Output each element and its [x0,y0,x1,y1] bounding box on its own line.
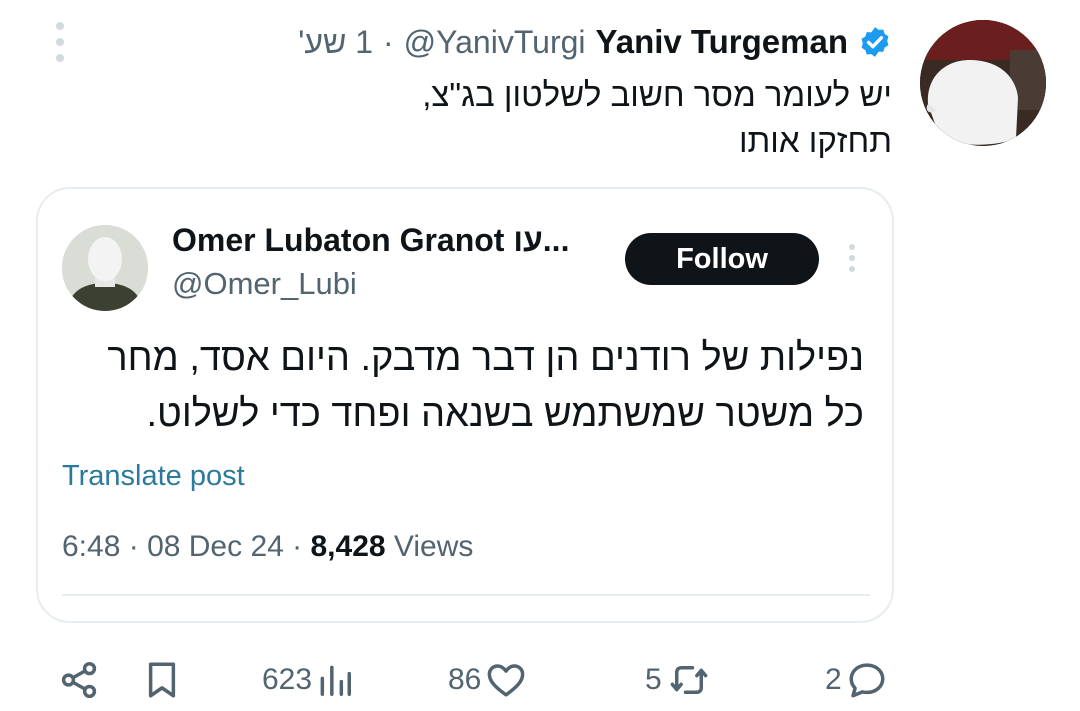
like-button[interactable]: 86 [448,655,527,705]
quoted-author-avatar[interactable] [62,225,148,311]
translate-post-link[interactable]: Translate post [62,460,245,493]
quoted-text-line: כל משטר שמשתמש בשנאה ופחד כדי לשלוט. [146,393,865,435]
follow-button[interactable]: Follow [625,233,819,285]
quoted-more-options-icon[interactable] [846,244,858,272]
share-button[interactable] [58,655,100,705]
like-count: 86 [448,663,482,696]
retweet-icon [670,666,708,694]
tweet-body-line: תחזקו אותו [738,122,892,159]
quoted-time[interactable]: 6:48 [62,530,120,563]
analytics-icon [320,665,352,696]
quoted-author-name[interactable]: Omer Lubaton Granot עו... [172,222,569,259]
author-name[interactable]: Yaniv Turgeman [596,23,848,61]
views-button[interactable]: 623 [262,655,354,705]
verified-badge-icon [861,27,889,57]
reply-button[interactable]: 2 [825,655,888,705]
bookmark-button[interactable] [141,655,183,705]
views-count: 8,428 [310,530,386,563]
tweet-body: יש לעומר מסר חשוב לשלטון בג"צ, תחזקו אות… [192,72,892,164]
quoted-tweet-text: נפילות של רודנים הן דבר מדבק. היום אסד, … [64,330,864,442]
more-options-icon[interactable] [53,22,67,62]
separator-dot: · [383,23,394,60]
heart-icon [488,664,525,697]
bookmark-icon [148,662,176,698]
tweet-time[interactable]: 1 שע' [298,24,373,61]
card-divider [62,594,870,596]
meta-separator: · [283,530,311,563]
reply-count: 2 [825,663,842,696]
quoted-text-line: נפילות של רודנים הן דבר מדבק. היום אסד, … [107,337,864,379]
retweet-count: 5 [645,663,662,696]
quoted-tweet-meta: 6:48 · 08 Dec 24 · 8,428 Views [62,530,473,564]
share-icon [61,661,97,699]
views-action-count: 623 [262,663,313,696]
quoted-author-handle[interactable]: @Omer_Lubi [172,266,357,302]
tweet-header: 1 שע' · @YanivTurgi Yaniv Turgeman [298,18,892,66]
meta-separator: · [120,530,148,563]
reply-icon [849,663,885,698]
avatar-image [920,20,1046,146]
quoted-avatar-image [62,225,148,311]
author-handle[interactable]: @YanivTurgi [404,24,586,61]
retweet-button[interactable]: 5 [645,655,712,705]
quoted-date[interactable]: 08 Dec 24 [147,530,284,563]
views-label: Views [393,530,474,563]
tweet-body-line: יש לעומר מסר חשוב לשלטון בג"צ, [422,76,892,113]
author-avatar[interactable] [920,20,1046,146]
